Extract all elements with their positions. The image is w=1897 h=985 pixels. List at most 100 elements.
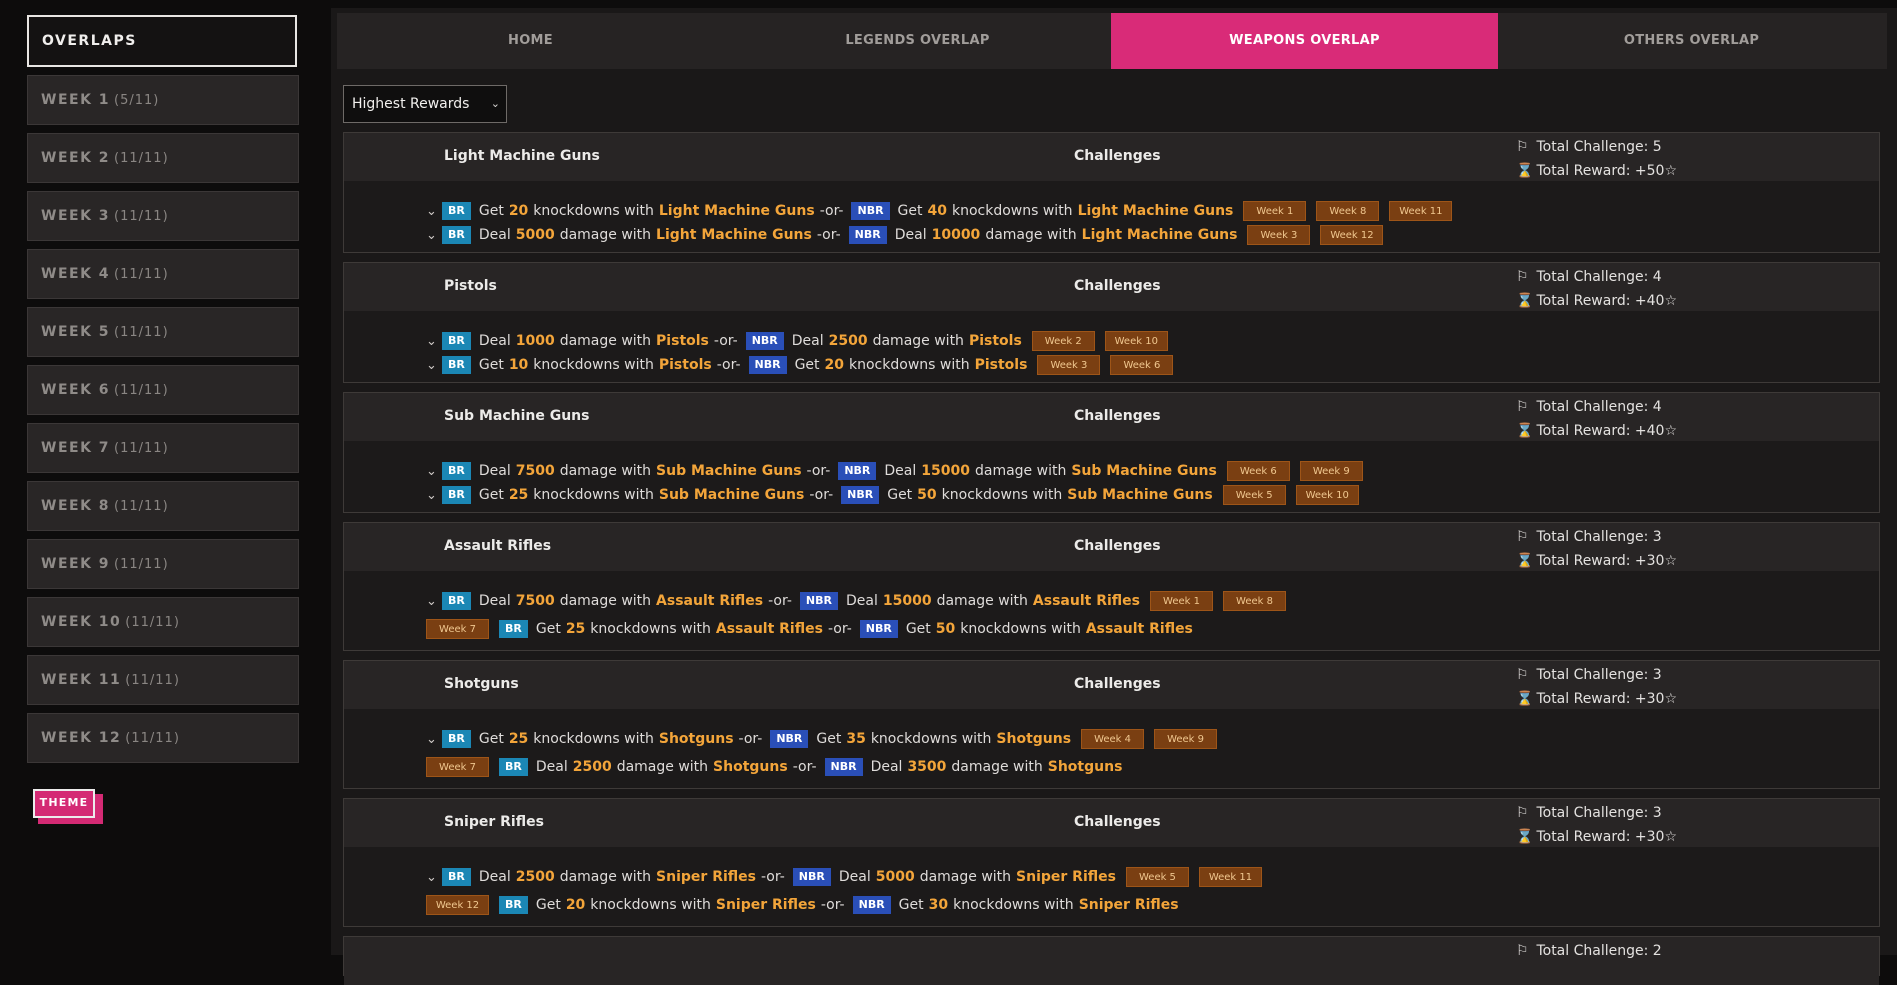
tab-others-overlap[interactable]: OTHERS OVERLAP: [1498, 13, 1885, 69]
challenges-heading: Challenges: [1074, 148, 1161, 164]
week-progress: (11/11): [114, 383, 169, 398]
sidebar-week-item[interactable]: WEEK 9 (11/11): [27, 539, 299, 589]
sidebar-week-item[interactable]: WEEK 5 (11/11): [27, 307, 299, 357]
br-badge: BR: [442, 356, 471, 374]
chevron-down-icon[interactable]: ⌄: [426, 732, 442, 747]
sidebar-week-item[interactable]: WEEK 6 (11/11): [27, 365, 299, 415]
chevron-down-icon[interactable]: ⌄: [426, 464, 442, 479]
br-weapon: Pistols: [656, 333, 709, 349]
group-header: Shotguns Challenges ⚐ Total Challenge: 3 ⌛ …: [344, 661, 1879, 709]
chevron-down-icon[interactable]: ⌄: [426, 228, 442, 243]
nbr-verb: Get: [897, 203, 923, 219]
sidebar-week-item[interactable]: WEEK 3 (11/11): [27, 191, 299, 241]
weapon-name: Light Machine Guns: [444, 148, 600, 164]
week-label: WEEK 10: [41, 614, 122, 630]
nbr-amount: 5000: [875, 869, 915, 885]
theme-button[interactable]: THEME: [33, 789, 95, 818]
sidebar-week-item[interactable]: WEEK 12 (11/11): [27, 713, 299, 763]
or-separator: -or-: [816, 227, 841, 243]
theme-toggle[interactable]: THEME: [33, 789, 103, 824]
br-action: knockdowns with: [533, 487, 654, 503]
sidebar-week-item[interactable]: WEEK 2 (11/11): [27, 133, 299, 183]
weapon-group: Sniper Rifles Challenges ⚐ Total Challenge…: [343, 798, 1880, 927]
total-challenge: Total Challenge: 5: [1536, 139, 1662, 155]
br-badge: BR: [442, 592, 471, 610]
sidebar-week-item[interactable]: WEEK 8 (11/11): [27, 481, 299, 531]
br-amount: 25: [565, 621, 586, 637]
nbr-amount: 30: [928, 897, 949, 913]
sidebar: OVERLAPS WEEK 1 (5/11) WEEK 2 (11/11) WEEK 3…: [0, 0, 330, 955]
chevron-down-icon[interactable]: ⌄: [426, 594, 442, 609]
total-reward: Total Reward: +40☆: [1536, 423, 1677, 439]
or-separator: -or-: [806, 463, 831, 479]
group-totals: ⚐ Total Challenge: 5 ⌛ Total Reward: +50☆: [1516, 135, 1677, 183]
group-totals: ⚐ Total Challenge: 4 ⌛ Total Reward: +40☆: [1516, 265, 1677, 313]
challenge-row[interactable]: Week 7 BR Get 25 knockdowns with Assault Rifl…: [426, 619, 1193, 639]
week-tag: Week 7: [426, 757, 489, 777]
week-progress: (11/11): [114, 209, 169, 224]
chevron-down-icon[interactable]: ⌄: [426, 334, 442, 349]
weapon-name: Pistols: [444, 278, 497, 294]
total-reward: Total Reward: +30☆: [1536, 553, 1677, 569]
week-label: WEEK 4: [41, 266, 111, 282]
week-progress: (11/11): [125, 731, 180, 746]
group-totals: ⚐ Total Challenge: 2: [1516, 939, 1662, 963]
br-weapon: Shotguns: [713, 759, 788, 775]
nbr-badge: NBR: [792, 868, 831, 886]
nbr-weapon: Pistols: [968, 333, 1022, 349]
chevron-down-icon[interactable]: ⌄: [426, 870, 442, 885]
sidebar-week-item[interactable]: WEEK 10 (11/11): [27, 597, 299, 647]
challenge-row[interactable]: ⌄ BR Deal 7500 damage with Sub Machine Guns -o…: [426, 461, 1363, 481]
nbr-verb: Get: [898, 897, 924, 913]
challenges-heading: Challenges: [1074, 408, 1161, 424]
br-verb: Get: [535, 621, 561, 637]
br-action: knockdowns with: [590, 897, 711, 913]
br-weapon: Sub Machine Guns: [656, 463, 802, 479]
sidebar-week-item[interactable]: WEEK 11 (11/11): [27, 655, 299, 705]
week-label: WEEK 11: [41, 672, 122, 688]
week-progress: (11/11): [125, 615, 180, 630]
sort-select[interactable]: Highest Rewards ⌄: [343, 85, 507, 123]
group-header: Sub Machine Guns Challenges ⚐ Total Challe…: [344, 393, 1879, 441]
nbr-action: damage with: [985, 227, 1077, 243]
week-tag: Week 11: [1198, 867, 1262, 887]
week-tag: Week 8: [1316, 201, 1380, 221]
challenge-row[interactable]: ⌄ BR Deal 5000 damage with Light Machine Guns…: [426, 225, 1384, 245]
nbr-weapon: Sub Machine Guns: [1071, 463, 1217, 479]
challenge-row[interactable]: ⌄ BR Deal 7500 damage with Assault Rifles -or-…: [426, 591, 1286, 611]
sidebar-week-item[interactable]: WEEK 1 (5/11): [27, 75, 299, 125]
sidebar-week-item[interactable]: WEEK 4 (11/11): [27, 249, 299, 299]
challenge-row[interactable]: ⌄ BR Get 20 knockdowns with Light Machine Gun…: [426, 201, 1453, 221]
challenge-row[interactable]: ⌄ BR Deal 2500 damage with Sniper Rifles -or- N…: [426, 867, 1262, 887]
week-tag: Week 4: [1081, 729, 1145, 749]
nbr-verb: Get: [887, 487, 913, 503]
sidebar-week-item[interactable]: WEEK 7 (11/11): [27, 423, 299, 473]
or-separator: -or-: [738, 731, 763, 747]
overlaps-title[interactable]: OVERLAPS: [27, 15, 297, 67]
tab-home[interactable]: HOME: [337, 13, 724, 69]
chevron-down-icon[interactable]: ⌄: [426, 358, 442, 373]
nbr-badge: NBR: [770, 730, 809, 748]
br-action: knockdowns with: [533, 731, 654, 747]
br-amount: 20: [508, 203, 529, 219]
challenge-row[interactable]: Week 7 BR Deal 2500 damage with Shotguns -or- N…: [426, 757, 1122, 777]
week-tag: Week 9: [1154, 729, 1218, 749]
challenge-row[interactable]: Week 12 BR Get 20 knockdowns with Sniper Rifl…: [426, 895, 1179, 915]
total-reward: Total Reward: +50☆: [1536, 163, 1677, 179]
challenge-row[interactable]: ⌄ BR Get 25 knockdowns with Sub Machine Guns -…: [426, 485, 1359, 505]
challenge-row[interactable]: ⌄ BR Get 10 knockdowns with Pistols -or- NBR Get…: [426, 355, 1174, 375]
br-amount: 10: [508, 357, 529, 373]
nbr-badge: NBR: [745, 332, 784, 350]
challenge-row[interactable]: ⌄ BR Get 25 knockdowns with Shotguns -or- NBR Ge…: [426, 729, 1218, 749]
or-separator: -or-: [716, 357, 741, 373]
chevron-down-icon[interactable]: ⌄: [426, 204, 442, 219]
weapon-group: Pistols Challenges ⚐ Total Challenge: 4 ⌛ T…: [343, 262, 1880, 383]
tab-weapons-overlap[interactable]: WEAPONS OVERLAP: [1111, 13, 1498, 69]
br-verb: Get: [478, 487, 504, 503]
nbr-action: damage with: [951, 759, 1043, 775]
chevron-down-icon[interactable]: ⌄: [426, 488, 442, 503]
br-verb: Deal: [478, 869, 511, 885]
tab-legends-overlap[interactable]: LEGENDS OVERLAP: [724, 13, 1111, 69]
nbr-action: knockdowns with: [849, 357, 970, 373]
challenge-row[interactable]: ⌄ BR Deal 1000 damage with Pistols -or- NBR Deal…: [426, 331, 1168, 351]
